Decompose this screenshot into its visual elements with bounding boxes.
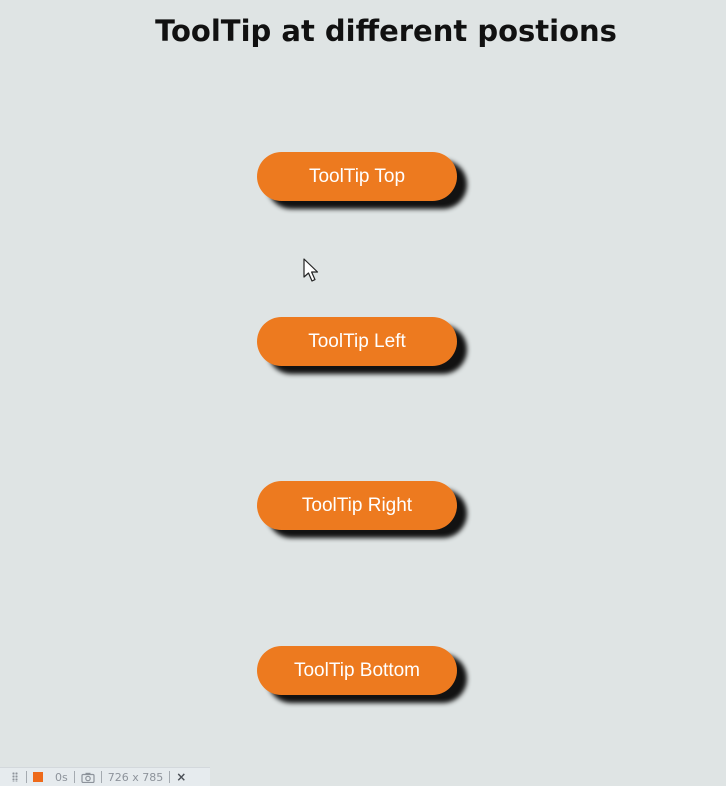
- tooltip-right-button[interactable]: ToolTip Right: [257, 481, 457, 530]
- tooltip-top-button[interactable]: ToolTip Top: [257, 152, 457, 201]
- camera-button[interactable]: [77, 772, 99, 783]
- tooltip-bottom-button[interactable]: ToolTip Bottom: [257, 646, 457, 695]
- drag-handle-icon[interactable]: [12, 772, 18, 782]
- recorder-toolbar: 0s 726 x 785 ×: [0, 767, 210, 786]
- camera-icon: [81, 772, 95, 783]
- page-title: ToolTip at different postions: [155, 14, 617, 48]
- tooltip-left-button[interactable]: ToolTip Left: [257, 317, 457, 366]
- arrow-cursor-icon: [303, 258, 319, 282]
- dimensions-label: 726 x 785: [107, 770, 164, 784]
- record-square-icon[interactable]: [33, 772, 43, 782]
- recording-timer: 0s: [55, 770, 68, 784]
- close-icon[interactable]: ×: [176, 770, 186, 784]
